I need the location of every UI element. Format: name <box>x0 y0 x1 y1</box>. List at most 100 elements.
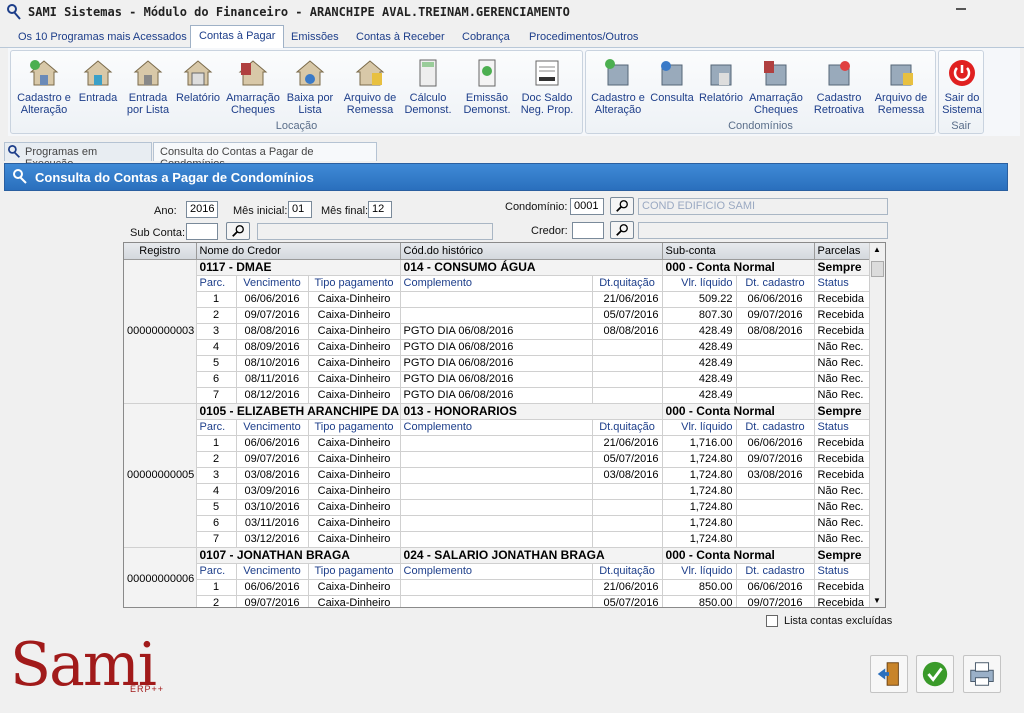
btn-baixa-lista[interactable]: Baixa por Lista <box>285 57 335 116</box>
btn-sair-sistema[interactable]: Sair do Sistema <box>941 57 983 116</box>
btn-cond-cadastro[interactable]: Cadastro e Alteração <box>590 57 646 116</box>
table-cell: 05/07/2016 <box>592 307 663 324</box>
table-row[interactable]: 2 09/07/2016 Caixa-Dinheiro 05/07/2016 807.3… <box>124 307 871 324</box>
col-cod-historico[interactable]: Cód.do histórico <box>400 243 663 260</box>
table-cell <box>400 499 593 516</box>
registro-cell: 00000000005 <box>124 403 197 548</box>
col-registro[interactable]: Registro <box>124 243 197 260</box>
tab-contas-receber[interactable]: Contas à Receber <box>348 27 453 48</box>
table-row[interactable]: 1 06/06/2016 Caixa-Dinheiro 21/06/2016 1,716… <box>124 435 871 452</box>
table-row[interactable]: 1 06/06/2016 Caixa-Dinheiro 21/06/2016 850.0… <box>124 579 871 596</box>
lista-excluidas-checkbox[interactable] <box>766 615 778 627</box>
table-cell <box>592 483 663 500</box>
credor-input[interactable] <box>572 222 604 239</box>
table-cell: 08/12/2016 <box>236 387 309 404</box>
table-row[interactable]: 2 09/07/2016 Caixa-Dinheiro 05/07/2016 850.0… <box>124 595 871 607</box>
table-cell <box>592 339 663 356</box>
sub-conta-label: Sub Conta: <box>130 227 186 239</box>
table-cell: 09/07/2016 <box>736 307 815 324</box>
contas-grid[interactable]: Registro Nome do Credor Cód.do histórico… <box>123 242 886 608</box>
btn-calculo-demonst[interactable]: Cálculo Demonst. <box>403 57 453 116</box>
scroll-thumb[interactable] <box>871 261 884 277</box>
table-cell: 09/07/2016 <box>236 307 309 324</box>
table-row[interactable]: 7 03/12/2016 Caixa-Dinheiro 1,724.80 Não Rec… <box>124 531 871 548</box>
table-cell: 06/06/2016 <box>736 291 815 308</box>
table-cell: 3 <box>196 323 237 340</box>
btn-emissao-demonst[interactable]: Emissão Demonst. <box>461 57 513 116</box>
col-sub-conta[interactable]: Sub-conta <box>662 243 815 260</box>
ano-input[interactable]: 2016 <box>186 201 218 218</box>
table-cell: 428.49 <box>662 371 737 388</box>
sub-header-cell: Dt.quitação <box>592 275 663 292</box>
table-row[interactable]: 2 09/07/2016 Caixa-Dinheiro 05/07/2016 1,724… <box>124 451 871 468</box>
table-row[interactable]: 1 06/06/2016 Caixa-Dinheiro 21/06/2016 509.2… <box>124 291 871 308</box>
table-row[interactable]: 5 03/10/2016 Caixa-Dinheiro 1,724.80 Não Rec… <box>124 499 871 516</box>
minimize-button[interactable] <box>956 8 966 10</box>
table-cell: Recebida <box>814 435 871 452</box>
table-row[interactable]: 3 08/08/2016 Caixa-Dinheiro PGTO DIA 06/08/… <box>124 323 871 340</box>
table-cell: 850.00 <box>662 579 737 596</box>
btn-relatorio[interactable]: Relatório <box>175 57 221 104</box>
btn-cond-amarracao[interactable]: Amarração Cheques <box>748 57 804 116</box>
col-nome-credor[interactable]: Nome do Credor <box>196 243 401 260</box>
btn-cond-consulta[interactable]: Consulta <box>650 57 694 104</box>
tab-top10[interactable]: Os 10 Programas mais Acessados <box>10 27 195 48</box>
table-row[interactable]: 6 08/11/2016 Caixa-Dinheiro PGTO DIA 06/08/… <box>124 371 871 388</box>
btn-cond-remessa[interactable]: Arquivo de Remessa <box>872 57 930 116</box>
condominio-search-button[interactable] <box>610 197 634 215</box>
btn-cond-retroativa[interactable]: Cadastro Retroativa <box>810 57 868 116</box>
scroll-up-icon[interactable]: ▲ <box>873 245 881 254</box>
door-exit-icon <box>877 662 899 686</box>
table-cell <box>736 531 815 548</box>
group-label-locacao: Locação <box>275 120 318 132</box>
table-row[interactable]: 5 08/10/2016 Caixa-Dinheiro PGTO DIA 06/08/… <box>124 355 871 372</box>
grid-scrollbar[interactable]: ▲ ▼ <box>869 243 885 607</box>
tab-cobranca[interactable]: Cobrança <box>454 27 518 48</box>
table-cell: 1,716.00 <box>662 435 737 452</box>
table-row[interactable]: 7 08/12/2016 Caixa-Dinheiro PGTO DIA 06/08/… <box>124 387 871 404</box>
table-row[interactable]: 6 03/11/2016 Caixa-Dinheiro 1,724.80 Não Rec… <box>124 515 871 532</box>
table-cell <box>592 515 663 532</box>
table-row[interactable]: 3 03/08/2016 Caixa-Dinheiro 03/08/2016 1,724… <box>124 467 871 484</box>
condominio-input[interactable]: 0001 <box>570 198 604 215</box>
btn-arquivo-remessa[interactable]: Arquivo de Remessa <box>341 57 399 116</box>
btn-entrada-lista[interactable]: Entrada por Lista <box>123 57 173 116</box>
print-button[interactable] <box>963 655 1001 693</box>
table-row[interactable]: 4 08/09/2016 Caixa-Dinheiro PGTO DIA 06/08/… <box>124 339 871 356</box>
sub-header-cell: Tipo pagamento <box>308 419 401 436</box>
mes-inicial-input[interactable]: 01 <box>288 201 312 218</box>
btn-cond-relatorio[interactable]: Relatório <box>698 57 744 104</box>
sub-conta-search-button[interactable] <box>226 222 250 240</box>
group-row[interactable]: 00000000003 0117 - DMAE 014 - CONSUMO ÁGUA… <box>124 259 871 404</box>
lista-excluidas-label: Lista contas excluídas <box>784 615 893 627</box>
sub-header-cell: Vencimento <box>236 563 309 580</box>
mes-final-input[interactable]: 12 <box>368 201 392 218</box>
sub-conta-input[interactable] <box>186 223 218 240</box>
exit-door-button[interactable] <box>870 655 908 693</box>
tab-procedimentos[interactable]: Procedimentos/Outros <box>521 27 646 48</box>
group-row[interactable]: 00000000005 0105 - ELIZABETH ARANCHIPE DA… <box>124 403 871 548</box>
group-row[interactable]: 00000000006 0107 - JONATHAN BRAGA 024 - SA… <box>124 547 871 607</box>
confirm-button[interactable] <box>916 655 954 693</box>
table-cell: 08/08/2016 <box>736 323 815 340</box>
credor-search-button[interactable] <box>610 221 634 239</box>
tab-emissoes[interactable]: Emissões <box>283 27 347 48</box>
table-cell <box>736 515 815 532</box>
btn-amarracao-cheques[interactable]: Amarração Cheques <box>225 57 281 116</box>
house-report-icon <box>183 60 213 86</box>
table-cell: Recebida <box>814 467 871 484</box>
table-cell: 03/11/2016 <box>236 515 309 532</box>
btn-entrada[interactable]: Entrada <box>77 57 119 104</box>
btn-cadastro-alteracao[interactable]: Cadastro e Alteração <box>15 57 73 116</box>
table-row[interactable]: 4 03/09/2016 Caixa-Dinheiro 1,724.80 Não Rec… <box>124 483 871 500</box>
ano-label: Ano: <box>154 205 177 217</box>
table-cell: 09/07/2016 <box>236 595 309 607</box>
subtab-consulta[interactable]: Consulta do Contas a Pagar de Condomínio… <box>153 142 377 170</box>
scroll-down-icon[interactable]: ▼ <box>873 596 881 605</box>
tab-contas-pagar[interactable]: Contas à Pagar <box>190 25 285 49</box>
table-cell: 03/09/2016 <box>236 483 309 500</box>
btn-doc-saldo[interactable]: Doc Saldo Neg. Prop. <box>517 57 577 116</box>
sub-header-cell: Complemento <box>400 563 593 580</box>
col-parcelas[interactable]: Parcelas <box>814 243 871 260</box>
subtab-programas-execucao[interactable]: Programas em Execução <box>4 142 152 170</box>
